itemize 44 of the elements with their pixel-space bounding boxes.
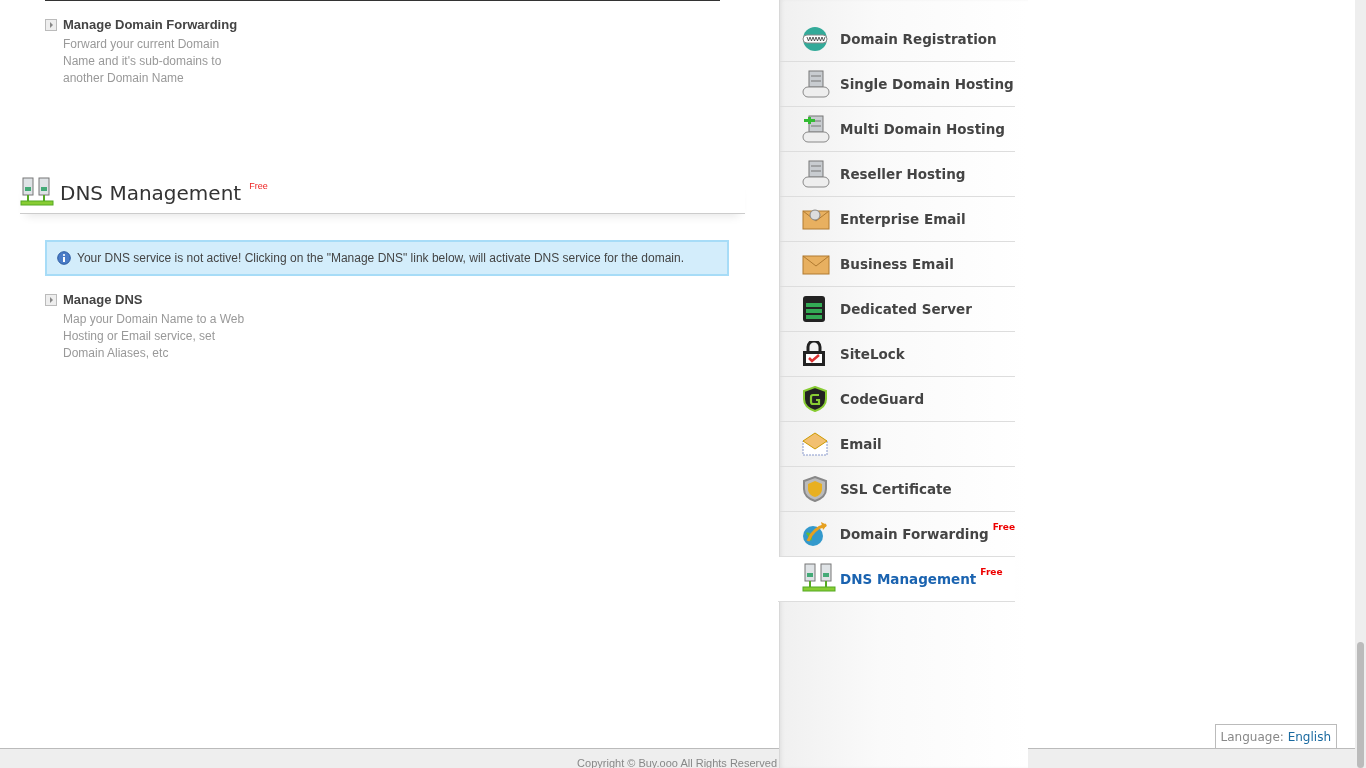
play-icon (45, 293, 57, 306)
server-tower-icon (802, 295, 826, 323)
description-line: Forward your current Domain (63, 36, 221, 53)
scrollbar[interactable] (1355, 0, 1366, 768)
sidebar-item[interactable]: Reseller Hosting (780, 152, 1015, 197)
sidebar-item[interactable]: CodeGuard (780, 377, 1015, 422)
sidebar-item[interactable]: SSL Certificate (780, 467, 1015, 512)
server-plus-icon (802, 115, 830, 143)
padlock-icon (802, 341, 826, 367)
sidebar-item[interactable]: Email (780, 422, 1015, 467)
manage-link[interactable]: Manage DNS (63, 292, 143, 307)
sidebar-item[interactable]: Business Email (780, 242, 1015, 287)
network-servers-icon (20, 177, 54, 209)
open-envelope-icon (802, 432, 828, 456)
globe-arrow-icon (802, 521, 828, 547)
play-icon (45, 18, 57, 31)
manage-link[interactable]: Manage Domain Forwarding (63, 17, 238, 32)
free-label: Free (249, 181, 268, 191)
section-title: DNS Management (60, 181, 242, 205)
envelope-clock-icon (802, 208, 830, 230)
language-label: Language: (1220, 730, 1284, 744)
sidebar-item[interactable]: Single Domain Hosting (780, 62, 1015, 107)
sidebar-item[interactable]: DNS Management $^{Free}$ (778, 557, 1015, 602)
sidebar-item[interactable]: SiteLock (780, 332, 1015, 377)
language-value: English (1287, 730, 1331, 744)
description-line: Domain Aliases, etc (63, 345, 170, 362)
globe-icon (802, 26, 828, 52)
shield-icon (802, 476, 828, 502)
server-rack-icon (802, 160, 830, 188)
sidebar-item[interactable]: Dedicated Server (780, 287, 1015, 332)
description-line: Name and it's sub-domains to (63, 53, 223, 70)
envelope-icon (802, 253, 830, 275)
server-icon (802, 70, 830, 98)
info-icon (57, 251, 71, 265)
description-line: Hosting or Email service, set (63, 328, 217, 345)
language-selector[interactable]: Language: English (1214, 724, 1337, 748)
network-servers-icon (802, 563, 836, 595)
shield-icon (802, 386, 828, 412)
description-line: another Domain Name (63, 70, 185, 87)
sidebar-item[interactable]: Enterprise Email (780, 197, 1015, 242)
notice-text: Your DNS service is not active! Clicking on the "Manage DNS" link below, will activate DNS service for the domain. (77, 251, 684, 265)
sidebar-item[interactable]: Domain Registration (780, 17, 1015, 62)
description-line: Map your Domain Name to a Web (63, 311, 246, 328)
sidebar-item[interactable]: Multi Domain Hosting (780, 107, 1015, 152)
